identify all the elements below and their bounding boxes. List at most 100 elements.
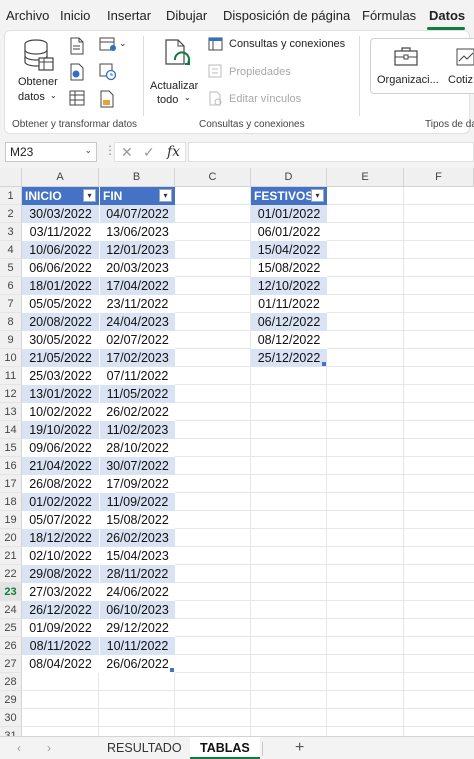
row-header[interactable]: 30 [0, 709, 22, 727]
menu-insertar[interactable]: Insertar [107, 8, 151, 23]
row-header[interactable]: 15 [0, 439, 22, 457]
table-cell-festivo[interactable]: 06/12/2022 [251, 313, 327, 331]
table-cell-festivo[interactable]: 25/12/2022 [251, 349, 327, 367]
row-header[interactable]: 22 [0, 565, 22, 583]
row-header[interactable]: 14 [0, 421, 22, 439]
row-header[interactable]: 7 [0, 295, 22, 313]
scroll-left-icon[interactable]: ‹ [17, 741, 21, 755]
table-cell-inicio[interactable]: 05/07/2022 [22, 511, 99, 529]
column-header[interactable]: A [22, 168, 99, 187]
row-header[interactable]: 20 [0, 529, 22, 547]
table-cell-fin[interactable]: 28/10/2022 [99, 439, 175, 457]
table-cell-inicio[interactable]: 01/09/2022 [22, 619, 99, 637]
table-cell-fin[interactable]: 17/04/2022 [99, 277, 175, 295]
row-header[interactable]: 23 [0, 583, 22, 601]
organization-icon[interactable] [394, 46, 418, 71]
table-cell-inicio[interactable]: 19/10/2022 [22, 421, 99, 439]
queries-connections-icon[interactable] [208, 37, 223, 56]
table-cell-fin[interactable]: 30/07/2022 [99, 457, 175, 475]
row-header[interactable]: 31 [0, 727, 22, 736]
row-header[interactable]: 16 [0, 457, 22, 475]
table-cell-inicio[interactable]: 13/01/2022 [22, 385, 99, 403]
refresh-all-label-1[interactable]: Actualizar [150, 80, 198, 92]
table-cell-fin[interactable]: 29/12/2022 [99, 619, 175, 637]
confirm-icon[interactable]: ✓ [143, 144, 155, 161]
table-resize-handle[interactable] [322, 362, 326, 366]
table-cell-inicio[interactable]: 02/10/2022 [22, 547, 99, 565]
table-cell-inicio[interactable]: 20/08/2022 [22, 313, 99, 331]
table-cell-fin[interactable]: 07/11/2022 [99, 367, 175, 385]
table-cell-fin[interactable]: 12/01/2023 [99, 241, 175, 259]
menu-disposicion[interactable]: Disposición de página [223, 8, 350, 23]
row-header[interactable]: 6 [0, 277, 22, 295]
row-header[interactable]: 1 [0, 187, 22, 205]
table-cell-inicio[interactable]: 01/02/2022 [22, 493, 99, 511]
table-cell-festivo[interactable]: 15/08/2022 [251, 259, 327, 277]
table-cell-fin[interactable]: 15/04/2023 [99, 547, 175, 565]
table-cell-fin[interactable]: 11/09/2022 [99, 493, 175, 511]
table-cell-inicio[interactable]: 18/01/2022 [22, 277, 99, 295]
table-cell-fin[interactable]: 13/06/2023 [99, 223, 175, 241]
table-cell-inicio[interactable]: 06/06/2022 [22, 259, 99, 277]
row-header[interactable]: 27 [0, 655, 22, 673]
table-cell-inicio[interactable]: 29/08/2022 [22, 565, 99, 583]
table-cell-festivo[interactable]: 15/04/2022 [251, 241, 327, 259]
table-cell-fin[interactable]: 26/02/2022 [99, 403, 175, 421]
queries-connections-button[interactable]: Consultas y conexiones [229, 38, 345, 50]
insert-function-icon[interactable]: fx [167, 144, 180, 160]
sheet-tab-resultado[interactable]: RESULTADO [107, 741, 182, 755]
column-header[interactable]: B [99, 168, 175, 187]
web-file-icon[interactable] [69, 63, 85, 86]
quotes-button[interactable]: Cotiz [448, 74, 473, 86]
column-header[interactable]: C [175, 168, 251, 187]
row-header[interactable]: 18 [0, 493, 22, 511]
row-header[interactable]: 10 [0, 349, 22, 367]
table-cell-fin[interactable]: 23/11/2022 [99, 295, 175, 313]
row-header[interactable]: 26 [0, 637, 22, 655]
table-cell-fin[interactable]: 26/02/2023 [99, 529, 175, 547]
table-cell-festivo[interactable]: 06/01/2022 [251, 223, 327, 241]
menu-formulas[interactable]: Fórmulas [362, 8, 416, 23]
select-all-corner[interactable] [0, 168, 22, 187]
table-cell-fin[interactable]: 17/02/2023 [99, 349, 175, 367]
chevron-down-icon[interactable]: ⌄ [84, 145, 92, 156]
row-header[interactable]: 29 [0, 691, 22, 709]
table-cell-fin[interactable]: 24/06/2022 [99, 583, 175, 601]
filter-dropdown-icon[interactable]: ▾ [159, 189, 172, 202]
column-header[interactable]: E [327, 168, 404, 187]
column-header[interactable]: F [404, 168, 474, 187]
row-header[interactable]: 13 [0, 403, 22, 421]
refresh-all-label-2[interactable]: todo [157, 94, 178, 106]
text-file-icon[interactable] [69, 37, 85, 60]
table-cell-fin[interactable]: 15/08/2022 [99, 511, 175, 529]
spreadsheet-grid[interactable]: A B C D E F 1 2 3 4 5 6 7 8 9 10 11 12 13 14 15 16 17 18 19 20 21 2… [0, 168, 474, 736]
chevron-down-icon[interactable]: ⌄ [184, 93, 191, 102]
sheet-tab-tablas[interactable]: TABLAS [190, 737, 260, 759]
table-cell-fin[interactable]: 02/07/2022 [99, 331, 175, 349]
table-cell-inicio[interactable]: 21/05/2022 [22, 349, 99, 367]
table-cell-inicio[interactable]: 18/12/2022 [22, 529, 99, 547]
row-header[interactable]: 9 [0, 331, 22, 349]
table-cell-fin[interactable]: 10/11/2022 [99, 637, 175, 655]
table-cell-fin[interactable]: 24/04/2023 [99, 313, 175, 331]
table-cell-fin[interactable]: 26/06/2022 [99, 655, 175, 673]
add-sheet-button[interactable]: + [295, 739, 304, 757]
row-header[interactable]: 5 [0, 259, 22, 277]
table-range-icon[interactable] [69, 90, 85, 111]
row-header[interactable]: 12 [0, 385, 22, 403]
table-cell-festivo[interactable]: 12/10/2022 [251, 277, 327, 295]
row-header[interactable]: 8 [0, 313, 22, 331]
get-data-label-1[interactable]: Obtener [18, 76, 58, 88]
refresh-all-icon[interactable] [163, 38, 193, 77]
recent-sources-icon[interactable] [99, 63, 117, 86]
row-header[interactable]: 19 [0, 511, 22, 529]
menu-datos[interactable]: Datos [429, 8, 465, 23]
row-header[interactable]: 24 [0, 601, 22, 619]
table-cell-fin[interactable]: 11/05/2022 [99, 385, 175, 403]
table-cell-inicio[interactable]: 05/05/2022 [22, 295, 99, 313]
formula-input[interactable] [188, 142, 474, 162]
row-header[interactable]: 4 [0, 241, 22, 259]
table-cell-fin[interactable]: 11/02/2023 [99, 421, 175, 439]
filter-dropdown-icon[interactable]: ▾ [83, 189, 96, 202]
table-cell-inicio[interactable]: 30/03/2022 [22, 205, 99, 223]
